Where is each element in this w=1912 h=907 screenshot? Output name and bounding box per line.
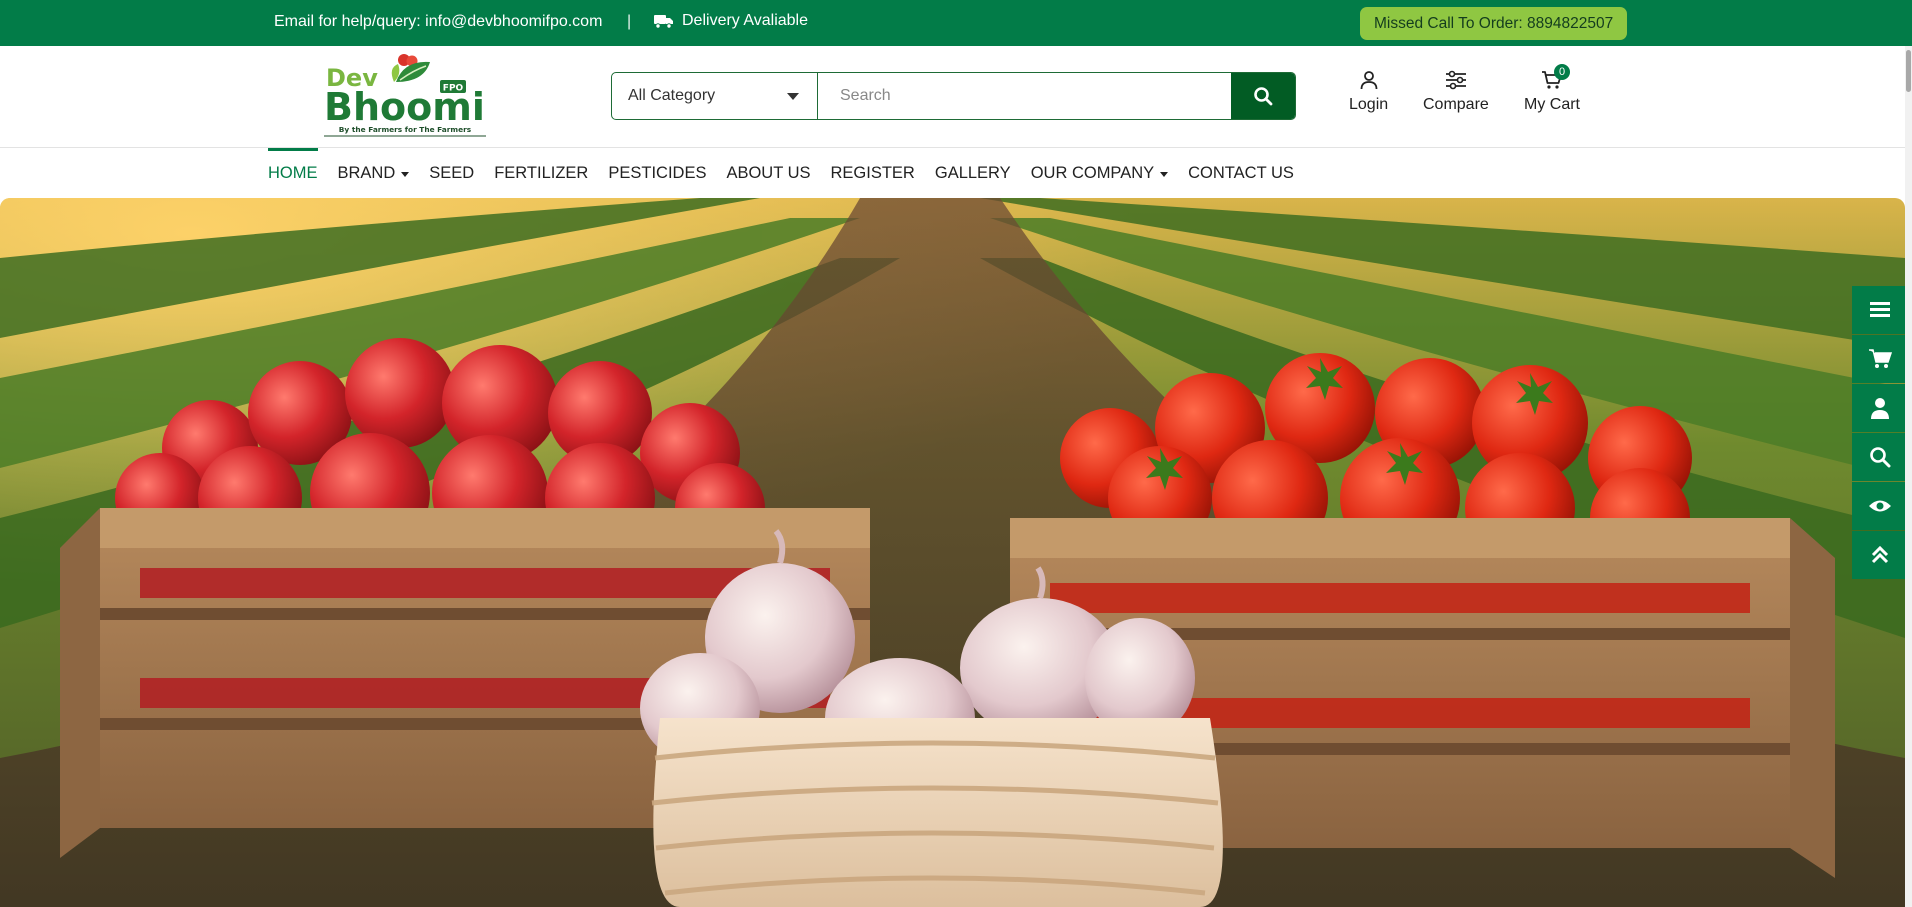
missed-call-badge[interactable]: Missed Call To Order: 8894822507 <box>1360 7 1628 40</box>
nav-pesticides-label: PESTICIDES <box>608 164 707 182</box>
top-bar: Email for help/query: info@devbhoomifpo.… <box>0 0 1912 46</box>
cart-label: My Cart <box>1524 96 1580 113</box>
topbar-separator: | <box>627 13 632 30</box>
search-button[interactable] <box>1231 73 1295 119</box>
caret-down-icon <box>787 93 799 100</box>
logo-fpo-badge: FPO <box>443 84 464 94</box>
menu-list-button[interactable] <box>1852 286 1907 334</box>
dev-bhoomi-logo[interactable]: Dev Bhoomi FPO By the Farmers for The Fa… <box>322 52 488 138</box>
user-icon <box>1360 71 1377 90</box>
hero-banner[interactable] <box>0 198 1905 907</box>
delivery-text: Delivery Avaliable <box>682 12 808 29</box>
nav-company-label: OUR COMPANY <box>1030 164 1155 182</box>
nav-our-company[interactable]: OUR COMPANY <box>1030 148 1169 198</box>
scroll-top-button[interactable] <box>1852 531 1907 579</box>
nav-gallery[interactable]: GALLERY <box>935 148 1011 198</box>
nav-seed[interactable]: SEED <box>429 148 474 198</box>
eye-icon <box>1868 500 1891 512</box>
nav-home[interactable]: HOME <box>268 148 318 198</box>
sliders-icon <box>1445 70 1466 90</box>
caret-down-icon <box>1160 171 1169 177</box>
site-header: Dev Bhoomi FPO By the Farmers for The Fa… <box>0 46 1912 148</box>
nav-brand[interactable]: BRAND <box>338 148 410 198</box>
compare-label: Compare <box>1423 96 1489 113</box>
list-icon <box>1869 302 1890 317</box>
page-scrollbar[interactable] <box>1905 46 1912 907</box>
nav-brand-label: BRAND <box>337 164 396 182</box>
nav-register[interactable]: REGISTER <box>831 148 915 198</box>
logo-tagline: By the Farmers for The Farmers <box>339 125 472 134</box>
nav-fertilizer-label: FERTILIZER <box>494 164 589 182</box>
nav-seed-label: SEED <box>429 164 475 182</box>
caret-down-icon <box>401 171 410 177</box>
nav-gallery-label: GALLERY <box>934 164 1011 182</box>
compare-button[interactable]: Compare <box>1423 70 1489 114</box>
account-shortcut-button[interactable] <box>1852 384 1907 432</box>
nav-home-label: HOME <box>268 164 318 182</box>
recently-viewed-button[interactable] <box>1852 482 1907 530</box>
my-cart-button[interactable]: 0 My Cart <box>1524 64 1580 114</box>
search-shortcut-button[interactable] <box>1852 433 1907 481</box>
scrollbar-thumb[interactable] <box>1906 50 1911 92</box>
nav-contact-us[interactable]: CONTACT US <box>1188 148 1294 198</box>
login-button[interactable]: Login <box>1349 70 1388 114</box>
cart-icon <box>1868 349 1892 368</box>
hero-produce-image <box>0 198 1905 907</box>
nav-about-us[interactable]: ABOUT US <box>726 148 810 198</box>
search-icon <box>1254 87 1273 106</box>
cart-shortcut-button[interactable] <box>1852 335 1907 383</box>
category-select[interactable]: All Category <box>612 73 818 119</box>
chevrons-up-icon <box>1871 545 1888 564</box>
nav-register-label: REGISTER <box>830 164 915 182</box>
main-navigation: HOME BRAND SEED FERTILIZER PESTICIDES AB… <box>0 148 1912 198</box>
search-input[interactable] <box>818 73 1231 119</box>
cart-count-badge: 0 <box>1554 64 1570 80</box>
search-bar: All Category <box>611 72 1296 120</box>
truck-icon <box>654 15 673 29</box>
nav-contact-label: CONTACT US <box>1188 164 1294 182</box>
user-icon <box>1870 398 1889 419</box>
floating-toolbar <box>1852 286 1907 580</box>
nav-pesticides[interactable]: PESTICIDES <box>608 148 706 198</box>
delivery-info: Delivery Avaliable <box>654 12 808 30</box>
nav-fertilizer[interactable]: FERTILIZER <box>494 148 588 198</box>
search-icon <box>1869 447 1890 468</box>
login-label: Login <box>1349 96 1389 113</box>
nav-about-label: ABOUT US <box>726 164 811 182</box>
category-label: All Category <box>628 87 716 104</box>
help-email-text[interactable]: Email for help/query: info@devbhoomifpo.… <box>274 13 602 31</box>
